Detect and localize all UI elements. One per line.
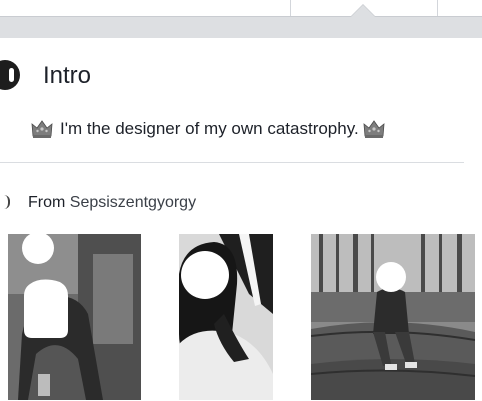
- home-location-icon: [4, 195, 10, 209]
- crown-icon: [362, 117, 386, 141]
- crown-icon: [30, 117, 54, 141]
- profile-intro-panel: Intro I'm the designer of my own catastr…: [0, 0, 482, 401]
- intro-section-icon: [0, 60, 20, 90]
- bio-text: I'm the designer of my own catastrophy.: [60, 119, 359, 138]
- topbar-band: [0, 16, 482, 38]
- intro-title: Intro: [43, 62, 92, 89]
- section-divider: [0, 162, 464, 163]
- featured-photo-2[interactable]: [179, 234, 273, 400]
- location-prefix: From: [28, 194, 66, 211]
- featured-photo-3[interactable]: [311, 234, 475, 400]
- top-strip: [0, 0, 482, 38]
- dropdown-pointer: [351, 5, 375, 17]
- intro-bio: I'm the designer of my own catastrophy.: [30, 116, 386, 142]
- featured-photo-1[interactable]: [8, 234, 141, 400]
- topbar-divider: [290, 0, 291, 16]
- location-link[interactable]: Sepsiszentgyorgy: [70, 194, 196, 211]
- topbar-divider: [437, 0, 438, 16]
- location-row: From Sepsiszentgyorgy: [28, 193, 196, 213]
